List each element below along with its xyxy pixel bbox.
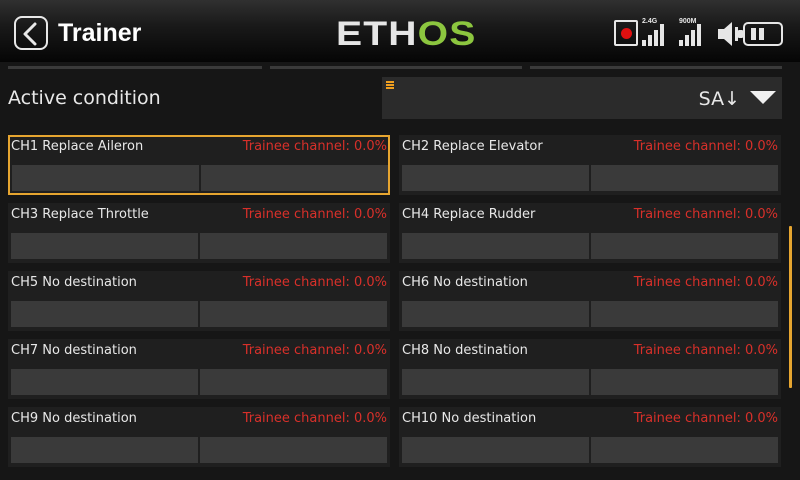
speaker-icon [718,22,738,46]
channel-name: CH7 No destination [11,343,137,358]
channel-card-ch8[interactable]: CH8 No destination Trainee channel: 0.0% [399,339,781,399]
channel-card-ch10[interactable]: CH10 No destination Trainee channel: 0.0… [399,407,781,467]
channel-field-left[interactable] [11,301,198,327]
active-condition-label: Active condition [8,87,161,109]
channel-name: CH5 No destination [11,275,137,290]
trainee-channel-value: Trainee channel: 0.0% [633,343,778,358]
channel-name: CH8 No destination [402,343,528,358]
channel-name: CH6 No destination [402,275,528,290]
channel-field-right[interactable] [591,437,778,463]
active-condition-dropdown[interactable]: SA↓ [382,77,782,119]
channel-field-left[interactable] [11,233,198,259]
scrollbar[interactable] [789,226,792,388]
battery-icon [738,22,783,46]
ethos-logo: ETHOS [336,15,477,53]
page-title: Trainer [58,19,142,47]
channel-field-right[interactable] [200,369,387,395]
channel-field-left[interactable] [402,369,589,395]
menu-mark-icon [386,81,394,83]
channel-name: CH2 Replace Elevator [402,139,543,154]
back-arrow-icon [23,22,37,46]
tab-indicator-2[interactable] [270,66,522,69]
trainee-channel-value: Trainee channel: 0.0% [633,139,778,154]
channel-card-ch4[interactable]: CH4 Replace Rudder Trainee channel: 0.0% [399,203,781,263]
channel-card-ch9[interactable]: CH9 No destination Trainee channel: 0.0% [8,407,390,467]
channel-field-right[interactable] [200,301,387,327]
back-button[interactable] [14,16,48,50]
channel-field-right[interactable] [591,233,778,259]
channel-name: CH1 Replace Aileron [11,139,144,154]
trainee-channel-value: Trainee channel: 0.0% [633,275,778,290]
signal-900m-icon [679,22,705,46]
record-icon [614,20,638,46]
channel-field-left[interactable] [11,369,198,395]
channel-field-right[interactable] [200,233,387,259]
channel-field-right[interactable] [201,165,388,191]
channel-card-ch7[interactable]: CH7 No destination Trainee channel: 0.0% [8,339,390,399]
top-bar: Trainer ETHOS 2.4G 900M [0,0,800,62]
channel-card-ch3[interactable]: CH3 Replace Throttle Trainee channel: 0.… [8,203,390,263]
trainee-channel-value: Trainee channel: 0.0% [633,411,778,426]
tab-indicator-1[interactable] [8,66,262,69]
channel-field-left[interactable] [402,301,589,327]
channel-card-ch2[interactable]: CH2 Replace Elevator Trainee channel: 0.… [399,135,781,195]
channel-field-right[interactable] [591,301,778,327]
channel-field-right[interactable] [200,437,387,463]
channel-card-ch5[interactable]: CH5 No destination Trainee channel: 0.0% [8,271,390,331]
channel-card-ch6[interactable]: CH6 No destination Trainee channel: 0.0% [399,271,781,331]
active-condition-value: SA↓ [698,88,740,110]
trainee-channel-value: Trainee channel: 0.0% [242,139,387,154]
channel-field-left[interactable] [402,437,589,463]
trainee-channel-value: Trainee channel: 0.0% [242,343,387,358]
channel-field-right[interactable] [591,165,778,191]
channel-name: CH4 Replace Rudder [402,207,536,222]
signal-2.4g-icon [642,22,668,46]
tab-indicator-3[interactable] [530,66,782,69]
trainee-channel-value: Trainee channel: 0.0% [242,275,387,290]
channel-field-left[interactable] [11,437,198,463]
dropdown-arrow-icon [750,91,776,104]
channel-field-left[interactable] [402,165,589,191]
trainee-channel-value: Trainee channel: 0.0% [242,411,387,426]
channel-name: CH9 No destination [11,411,137,426]
channel-card-ch1[interactable]: CH1 Replace Aileron Trainee channel: 0.0… [8,135,390,195]
channel-field-left[interactable] [12,165,199,191]
trainee-channel-value: Trainee channel: 0.0% [242,207,387,222]
channel-name: CH3 Replace Throttle [11,207,149,222]
channel-name: CH10 No destination [402,411,537,426]
channel-field-left[interactable] [402,233,589,259]
trainee-channel-value: Trainee channel: 0.0% [633,207,778,222]
channel-field-right[interactable] [591,369,778,395]
